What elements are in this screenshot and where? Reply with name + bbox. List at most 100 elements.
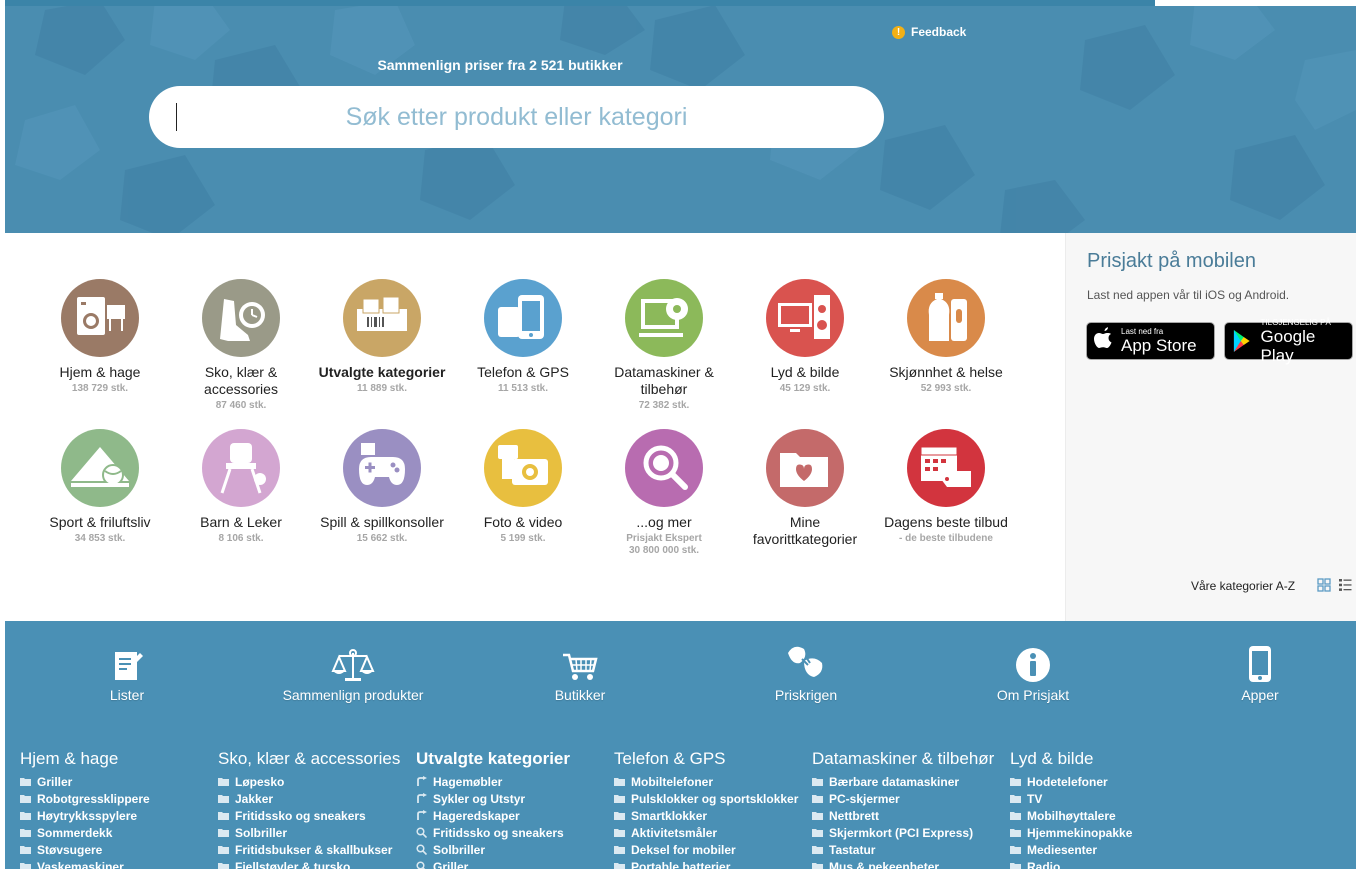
mobile-panel-text: Last ned appen vår til iOS og Android. [1087,288,1290,302]
category-count-secondary: 30 800 000 stk. [628,545,700,556]
list-edit-icon [37,643,217,683]
footer-nav-item[interactable]: Om Prisjakt [943,643,1123,703]
category-tile[interactable]: Telefon & GPS 11 513 stk. [443,279,603,395]
footer-link-label: Jakker [235,791,274,806]
category-tile[interactable]: Hjem & hage 138 729 stk. [20,279,180,395]
app-store-button[interactable]: Last ned fra App Store [1086,322,1215,360]
footer-link[interactable]: Vaskemaskiner [20,858,218,869]
footer-nav-item[interactable]: Lister [37,643,217,703]
footer-link[interactable]: Hageredskaper [416,807,614,824]
grid-view-icon[interactable] [1317,578,1331,592]
footer-link[interactable]: Hodetelefoner [1010,773,1208,790]
category-tile[interactable]: Spill & spillkonsoller 15 662 stk. [302,429,462,545]
footer-category-column: Hjem & hage Griller Robotgressklippere Høyt… [20,749,218,869]
category-tile[interactable]: Foto & video 5 199 stk. [443,429,603,545]
search-input[interactable] [149,102,884,132]
footer-nav-item[interactable]: Sammenlign produkter [263,643,443,703]
footer-column-title[interactable]: Sko, klær & accessories [218,749,416,769]
footer-nav-item[interactable]: Butikker [490,643,670,703]
footer-link-label: Griller [37,774,73,789]
heart-folder-icon [766,429,844,507]
footer-column-title[interactable]: Utvalgte kategorier [416,749,614,769]
category-count: 34 853 stk. [74,533,126,544]
footer-link[interactable]: Fritidssko og sneakers [416,824,614,841]
footer-link[interactable]: Griller [416,858,614,869]
google-play-button[interactable]: TILGJENGELIG PÅ Google Play [1224,318,1353,365]
footer-nav-label: Butikker [554,687,606,703]
footer-link[interactable]: Robotgressklippere [20,790,218,807]
footer-link[interactable]: Solbriller [218,824,416,841]
footer-category-column: Sko, klær & accessories Løpesko Jakker Frit… [218,749,416,869]
footer-link[interactable]: Hagemøbler [416,773,614,790]
folder-icon [614,812,625,820]
footer-link[interactable]: Pulsklokker og sportsklokker [614,790,812,807]
footer-link[interactable]: Mediesenter [1010,841,1208,858]
footer-link-label: Pulsklokker og sportsklokker [631,791,799,806]
category-tile[interactable]: Lyd & bilde 45 129 stk. [725,279,885,395]
footer-link-label: Mus & pekeenheter [829,859,940,869]
category-tile[interactable]: Dagens beste tilbud - de beste tilbudene [866,429,1026,545]
footer-link[interactable]: TV [1010,790,1208,807]
calendar-tag-icon [907,429,985,507]
folder-icon [812,829,823,837]
feedback-link[interactable]: ! Feedback [892,25,966,39]
footer-link[interactable]: Jakker [218,790,416,807]
footer-link[interactable]: Griller [20,773,218,790]
footer-link[interactable]: Mobiltelefoner [614,773,812,790]
camera-icon [484,429,562,507]
folder-icon [20,846,31,854]
folder-icon [218,829,229,837]
tent-ball-icon [61,429,139,507]
footer-link[interactable]: Fritidssko og sneakers [218,807,416,824]
footer-link[interactable]: Fritidsbukser & skallbukser [218,841,416,858]
footer-link[interactable]: Tastatur [812,841,1010,858]
category-tile[interactable]: Mine favorittkategorier [725,429,885,550]
footer-nav-label: Om Prisjakt [996,687,1070,703]
categories-az-link[interactable]: Våre kategorier A-Z [1191,579,1295,593]
category-tile[interactable]: Datamaskiner & tilbehør 72 382 stk. [584,279,744,412]
footer-link[interactable]: Radio [1010,858,1208,869]
footer-column-title[interactable]: Hjem & hage [20,749,218,769]
footer-link[interactable]: Smartklokker [614,807,812,824]
footer-link[interactable]: Portable batterier [614,858,812,869]
category-tile[interactable]: Sko, klær & accessories 87 460 stk. [161,279,321,412]
footer-column-title[interactable]: Lyd & bilde [1010,749,1208,769]
footer-link[interactable]: Løpesko [218,773,416,790]
footer-link[interactable]: Sommerdekk [20,824,218,841]
category-name: Dagens beste tilbud [884,514,1008,530]
footer-nav-item[interactable]: Priskrigen [716,643,896,703]
folder-icon [20,863,31,869]
category-count: 8 106 stk. [218,533,264,544]
footer-nav-item[interactable]: Apper [1170,643,1350,703]
footer-link[interactable]: PC-skjermer [812,790,1010,807]
footer-link[interactable]: Solbriller [416,841,614,858]
category-name: Barn & Leker [200,514,282,530]
list-view-icon[interactable] [1338,578,1352,592]
gamepad-icon [343,429,421,507]
category-tile[interactable]: Utvalgte kategorier 11 889 stk. [302,279,462,395]
footer-link-label: Radio [1027,859,1061,869]
category-tile[interactable]: Sport & friluftsliv 34 853 stk. [20,429,180,545]
footer-link[interactable]: Sykler og Utstyr [416,790,614,807]
footer-link-label: Hagemøbler [433,774,503,789]
footer-link[interactable]: Fjellstøvler & tursko [218,858,416,869]
footer-link[interactable]: Mobilhøyttalere [1010,807,1208,824]
trending-arrow-icon [417,793,427,803]
footer-link[interactable]: Deksel for mobiler [614,841,812,858]
footer-link[interactable]: Hjemmekinopakke [1010,824,1208,841]
footer-column-title[interactable]: Datamaskiner & tilbehør [812,749,1010,769]
footer-link[interactable]: Bærbare datamaskiner [812,773,1010,790]
category-tile[interactable]: Skjønnhet & helse 52 993 stk. [866,279,1026,395]
footer-link[interactable]: Høytrykksspylere [20,807,218,824]
footer-column-title[interactable]: Telefon & GPS [614,749,812,769]
footer-link[interactable]: Skjermkort (PCI Express) [812,824,1010,841]
footer-link[interactable]: Mus & pekeenheter [812,858,1010,869]
category-name: Sport & friluftsliv [49,514,151,530]
footer-link[interactable]: Nettbrett [812,807,1010,824]
footer-link[interactable]: Støvsugere [20,841,218,858]
category-tile[interactable]: ...og mer Prisjakt Ekspert 30 800 000 stk. [584,429,744,557]
footer-link[interactable]: Aktivitetsmåler [614,824,812,841]
category-tile[interactable]: Barn & Leker 8 106 stk. [161,429,321,545]
category-name: Datamaskiner & tilbehør [614,364,714,397]
hero-top-stripe-end [1155,0,1356,6]
